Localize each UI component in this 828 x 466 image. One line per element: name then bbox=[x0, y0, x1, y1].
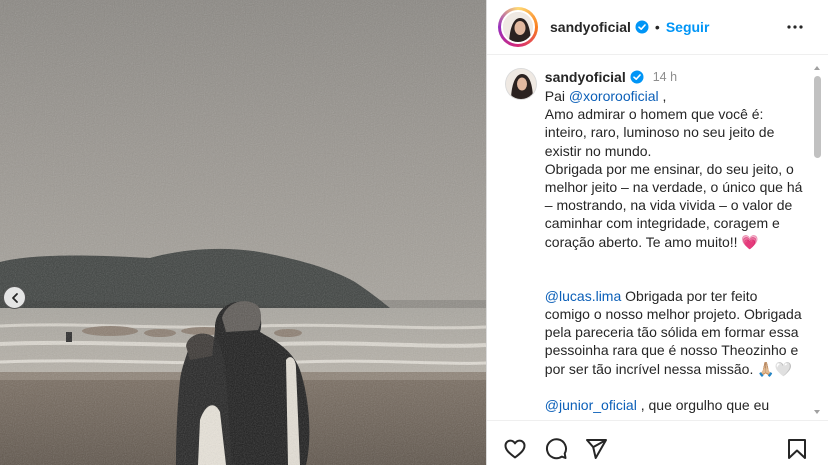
instagram-post: sandyoficial • Seguir sandyoficial 14 h … bbox=[0, 0, 828, 465]
separator-dot: • bbox=[654, 19, 660, 35]
heart-icon[interactable] bbox=[503, 437, 527, 461]
pray-emoji: 🙏🏼 bbox=[757, 360, 775, 377]
avatar-image bbox=[506, 69, 536, 99]
mention-junior-oficial[interactable]: @junior_oficial bbox=[545, 397, 637, 413]
verified-badge-icon bbox=[630, 70, 644, 84]
previous-image-button[interactable] bbox=[3, 286, 26, 309]
scroll-down-arrow-icon[interactable] bbox=[813, 408, 821, 416]
post-side-panel: sandyoficial • Seguir sandyoficial 14 h … bbox=[486, 0, 828, 465]
comment-icon[interactable] bbox=[544, 437, 568, 461]
caption: sandyoficial 14 h Pai @xororooficial , A… bbox=[505, 68, 805, 414]
caption-paragraph: @lucas.lima Obrigada por ter feito comig… bbox=[545, 287, 805, 378]
beach-photo bbox=[0, 0, 486, 465]
caption-avatar[interactable] bbox=[505, 68, 537, 100]
header-username[interactable]: sandyoficial bbox=[550, 19, 631, 35]
share-icon[interactable] bbox=[584, 437, 608, 461]
scrollbar-thumb[interactable] bbox=[814, 76, 821, 158]
comments-area[interactable]: sandyoficial 14 h Pai @xororooficial , A… bbox=[487, 56, 828, 420]
post-photo[interactable] bbox=[0, 0, 486, 465]
caption-line-pai: Pai @xororooficial , bbox=[545, 87, 805, 105]
chevron-left-icon bbox=[11, 292, 18, 303]
mention-lucas-lima[interactable]: @lucas.lima bbox=[545, 288, 621, 304]
caption-paragraph: @junior_oficial , que orgulho que eu bbox=[545, 396, 805, 414]
mention-xororooficial[interactable]: @xororooficial bbox=[569, 88, 659, 104]
caption-text: Amo admirar o homem que você é: inteiro,… bbox=[544, 106, 803, 250]
avatar-image bbox=[503, 12, 533, 42]
pink-heart-emoji: 💗 bbox=[741, 233, 759, 250]
post-timestamp[interactable]: 14 h bbox=[653, 68, 677, 86]
post-header: sandyoficial • Seguir bbox=[487, 0, 828, 55]
bookmark-icon[interactable] bbox=[785, 437, 809, 461]
caption-paragraph: Amo admirar o homem que você é: inteiro,… bbox=[545, 105, 805, 251]
caption-body: sandyoficial 14 h Pai @xororooficial , A… bbox=[545, 68, 805, 414]
white-heart-emoji: 🤍 bbox=[774, 360, 793, 377]
scroll-up-arrow-icon[interactable] bbox=[813, 64, 821, 72]
more-options-icon[interactable] bbox=[786, 18, 804, 36]
caption-text: , bbox=[658, 88, 667, 104]
avatar[interactable] bbox=[501, 10, 535, 44]
caption-text: , que orgulho que eu bbox=[636, 396, 770, 413]
verified-badge-icon bbox=[635, 20, 649, 34]
action-bar bbox=[487, 420, 828, 466]
caption-text: Pai bbox=[544, 88, 569, 104]
follow-button[interactable]: Seguir bbox=[666, 19, 710, 35]
story-ring[interactable] bbox=[498, 7, 538, 47]
caption-username[interactable]: sandyoficial bbox=[545, 68, 626, 86]
